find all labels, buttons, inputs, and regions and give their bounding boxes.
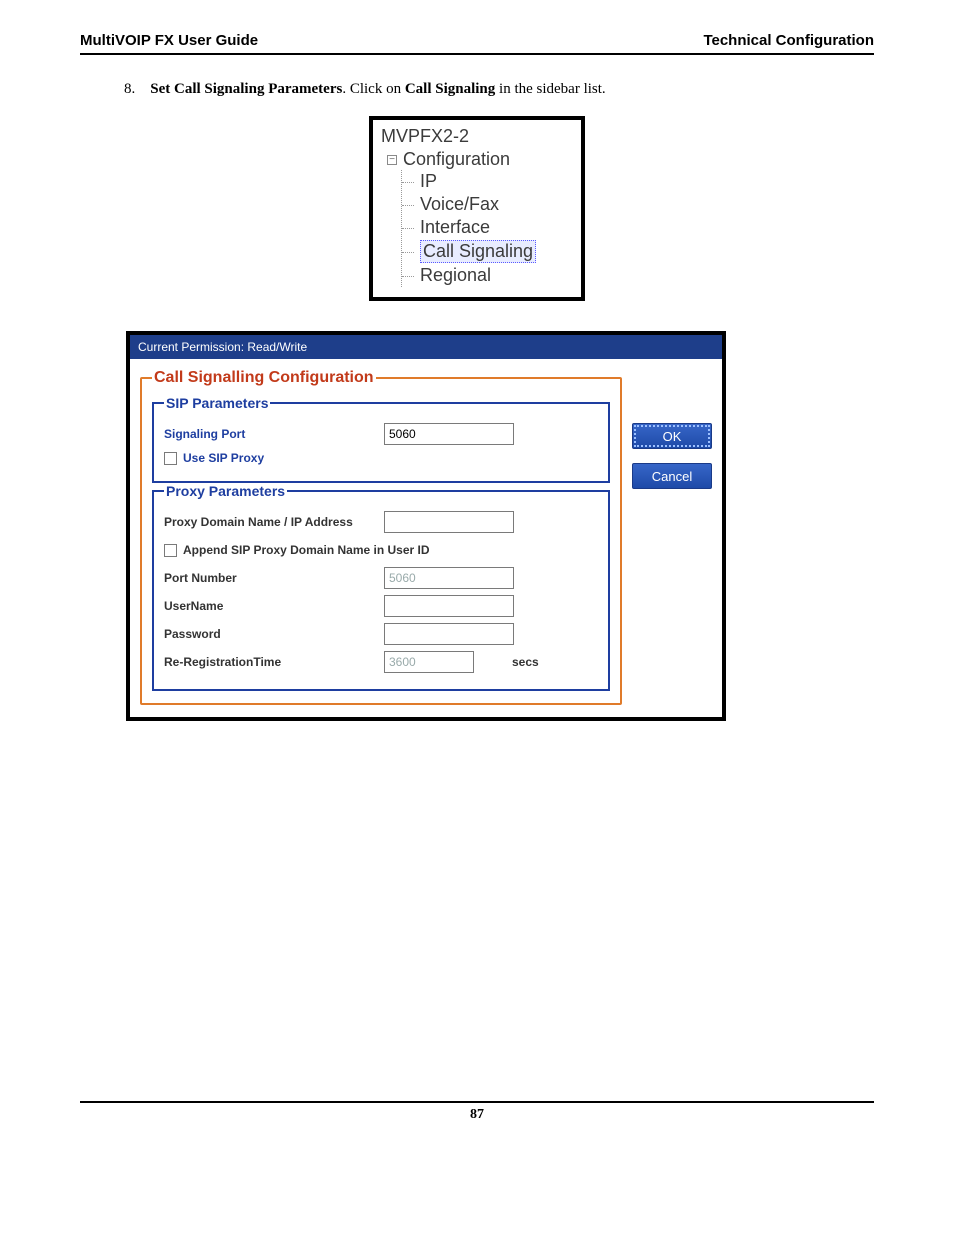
header-left: MultiVOIP FX User Guide <box>80 32 258 49</box>
row-username: UserName <box>164 595 598 617</box>
username-input[interactable] <box>384 595 514 617</box>
dialog-screenshot: Current Permission: Read/Write Call Sign… <box>126 331 726 721</box>
tree-item-call-signaling[interactable]: Call Signaling <box>420 239 573 264</box>
sidebar-tree-screenshot: MVPFX2-2 − Configuration IP Voice/Fax In… <box>369 116 585 301</box>
row-proxy-domain: Proxy Domain Name / IP Address <box>164 511 598 533</box>
tree-config-label: Configuration <box>403 149 510 170</box>
rereg-unit: secs <box>512 655 539 669</box>
proxy-parameters-legend: Proxy Parameters <box>164 483 287 499</box>
dialog-left: Call Signalling Configuration SIP Parame… <box>140 369 622 705</box>
cancel-button[interactable]: Cancel <box>632 463 712 489</box>
proxy-domain-label: Proxy Domain Name / IP Address <box>164 515 374 529</box>
dialog-titlebar: Current Permission: Read/Write <box>130 335 722 359</box>
row-use-sip-proxy: Use SIP Proxy <box>164 451 598 465</box>
signaling-port-input[interactable] <box>384 423 514 445</box>
tree-configuration[interactable]: − Configuration <box>387 149 573 170</box>
row-password: Password <box>164 623 598 645</box>
step-8: 8. Set Call Signaling Parameters. Click … <box>124 81 874 98</box>
tree-collapse-icon[interactable]: − <box>387 155 397 165</box>
proxy-domain-input[interactable] <box>384 511 514 533</box>
sip-parameters-fieldset: SIP Parameters Signaling Port Use SIP Pr… <box>152 395 610 483</box>
header-right: Technical Configuration <box>703 32 874 49</box>
use-sip-proxy-label-wrap: Use SIP Proxy <box>164 451 374 465</box>
use-sip-proxy-checkbox[interactable] <box>164 452 177 465</box>
header-rule <box>80 53 874 55</box>
page: MultiVOIP FX User Guide Technical Config… <box>0 0 954 1143</box>
password-input[interactable] <box>384 623 514 645</box>
row-port-number: Port Number <box>164 567 598 589</box>
step-bold-2: Call Signaling <box>405 81 495 97</box>
username-label: UserName <box>164 599 374 613</box>
page-header: MultiVOIP FX User Guide Technical Config… <box>80 32 874 53</box>
call-signalling-fieldset: Call Signalling Configuration SIP Parame… <box>140 369 622 705</box>
call-signalling-legend: Call Signalling Configuration <box>152 369 376 387</box>
sip-parameters-legend: SIP Parameters <box>164 395 270 411</box>
dialog-buttons: OK Cancel <box>632 369 712 705</box>
port-number-input[interactable] <box>384 567 514 589</box>
row-append-domain: Append SIP Proxy Domain Name in User ID <box>164 543 598 557</box>
row-signaling-port: Signaling Port <box>164 423 598 445</box>
tree-item-ip[interactable]: IP <box>420 170 573 193</box>
row-rereg: Re-RegistrationTime secs <box>164 651 598 673</box>
step-mid: . Click on <box>342 81 405 97</box>
append-domain-label: Append SIP Proxy Domain Name in User ID <box>183 543 430 557</box>
step-number: 8. <box>124 81 135 97</box>
proxy-parameters-fieldset: Proxy Parameters Proxy Domain Name / IP … <box>152 483 610 691</box>
password-label: Password <box>164 627 374 641</box>
rereg-input[interactable] <box>384 651 474 673</box>
append-domain-checkbox[interactable] <box>164 544 177 557</box>
page-footer: 87 <box>80 1101 874 1123</box>
dialog-body: Call Signalling Configuration SIP Parame… <box>130 359 722 717</box>
step-tail: in the sidebar list. <box>495 81 605 97</box>
tree-root[interactable]: MVPFX2-2 <box>381 126 573 147</box>
tree-children: IP Voice/Fax Interface Call Signaling Re… <box>401 170 573 287</box>
ok-button[interactable]: OK <box>632 423 712 449</box>
tree-item-interface[interactable]: Interface <box>420 216 573 239</box>
rereg-label: Re-RegistrationTime <box>164 655 374 669</box>
page-number: 87 <box>80 1103 874 1123</box>
use-sip-proxy-label: Use SIP Proxy <box>183 451 264 465</box>
tree-item-voicefax[interactable]: Voice/Fax <box>420 193 573 216</box>
port-number-label: Port Number <box>164 571 374 585</box>
step-bold-1: Set Call Signaling Parameters <box>150 81 342 97</box>
append-domain-wrap: Append SIP Proxy Domain Name in User ID <box>164 543 598 557</box>
tree-item-regional[interactable]: Regional <box>420 264 573 287</box>
signaling-port-label: Signaling Port <box>164 427 374 441</box>
